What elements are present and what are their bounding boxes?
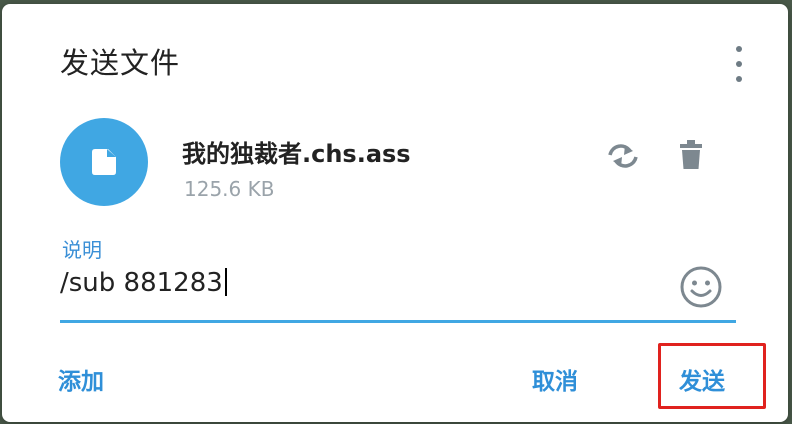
- document-icon: [92, 149, 116, 175]
- replace-icon[interactable]: [604, 141, 642, 171]
- send-button[interactable]: 发送: [679, 362, 725, 396]
- trash-icon[interactable]: [678, 139, 704, 171]
- more-vertical-icon[interactable]: [728, 42, 750, 86]
- caption-underline: [60, 320, 736, 323]
- file-size: 125.6 KB: [184, 177, 275, 201]
- caption-label: 说明: [62, 238, 102, 262]
- caption-text: /sub 881283: [60, 268, 223, 298]
- add-button[interactable]: 添加: [58, 362, 104, 396]
- dialog-title: 发送文件: [60, 46, 181, 80]
- send-file-dialog: 发送文件 我的独裁者.chs.ass 125.6 KB 说明 /sub 8812…: [2, 4, 788, 422]
- file-name: 我的独裁者.chs.ass: [182, 140, 411, 168]
- caption-value[interactable]: /sub 881283: [60, 267, 227, 298]
- emoji-icon[interactable]: [678, 264, 724, 310]
- text-cursor: [224, 267, 227, 296]
- file-thumbnail: [60, 118, 148, 206]
- cancel-button[interactable]: 取消: [532, 362, 578, 396]
